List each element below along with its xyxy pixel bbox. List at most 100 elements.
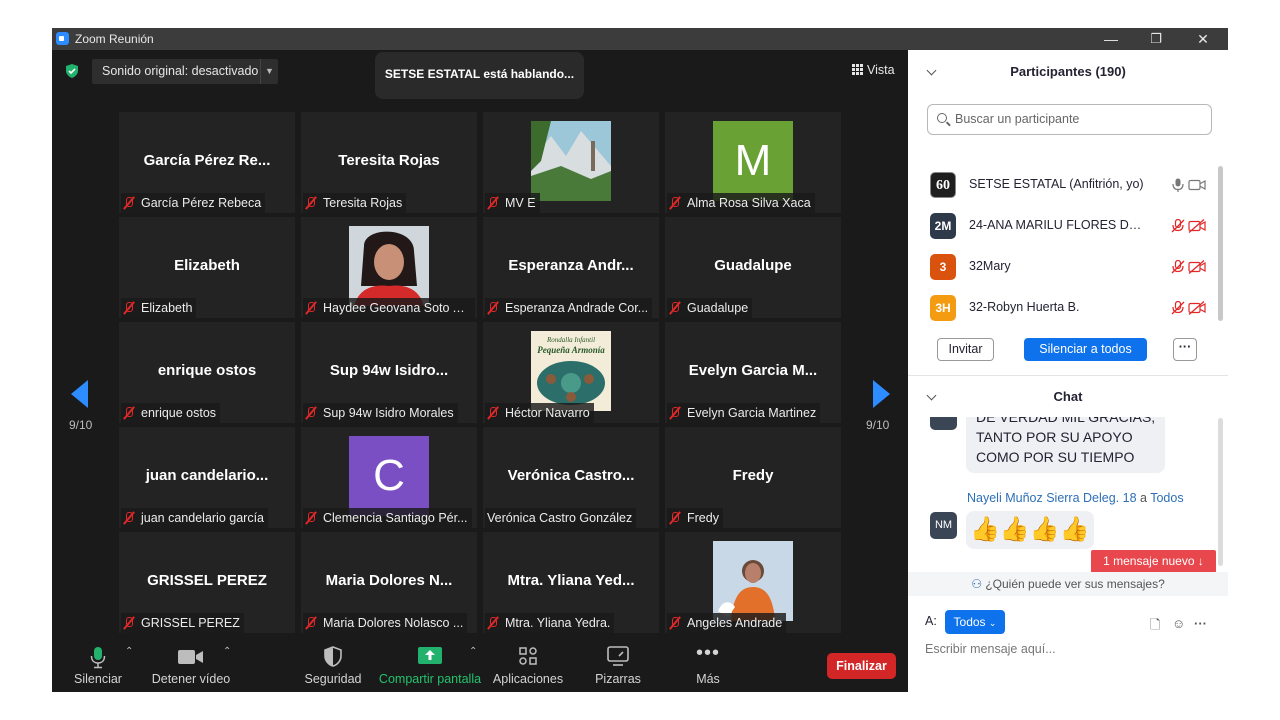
who-can-see-messages[interactable]: ⚇ ¿Quién puede ver sus mensajes? [908,572,1228,596]
participant-name: Héctor Navarro [505,406,590,420]
participant-video-tile[interactable]: Sup 94w Isidro... Sup 94w Isidro Morales [301,322,477,423]
participants-header[interactable]: Participantes (190) [908,52,1228,92]
participant-video-tile[interactable]: Esperanza Andr... Esperanza Andrade Cor..… [483,217,659,318]
video-options-chevron-icon[interactable]: ⌃ [223,646,231,657]
participant-row[interactable]: 3 32Mary [908,247,1228,288]
logo-line-1: Rondalla Infantil [546,336,595,344]
participant-video-tile[interactable]: GRISSEL PEREZ GRISSEL PEREZ [119,532,295,633]
close-button[interactable]: ✕ [1188,30,1218,48]
participant-video-tile[interactable]: Maria Dolores N... Maria Dolores Nolasco … [301,532,477,633]
participant-name-label: Elizabeth [121,298,197,318]
end-meeting-button[interactable]: Finalizar [827,653,896,679]
participant-name: Alma Rosa Silva Xaca [687,196,811,210]
chat-header[interactable]: Chat [908,377,1228,417]
chat-recipient[interactable]: Todos [1150,491,1183,505]
more-button[interactable]: ••• Más [690,640,726,692]
chat-message-bubble: 👍👍👍👍 [966,511,1094,549]
video-off-icon[interactable] [1188,219,1206,233]
share-screen-button[interactable]: Compartir pantalla [378,640,482,692]
next-page-arrow-icon[interactable] [873,380,890,408]
participant-video-tile[interactable]: Haydee Geovana Soto A... [301,217,477,318]
participant-video-tile[interactable]: Mtra. Yliana Yed... Mtra. Yliana Yedra. [483,532,659,633]
page-indicator-right: 9/10 [866,418,890,432]
participant-video-tile[interactable]: Guadalupe Guadalupe [665,217,841,318]
minimize-button[interactable]: — [1096,30,1126,48]
apps-button[interactable]: Aplicaciones [492,640,564,692]
participant-row[interactable]: 2M 24-ANA MARILU FLORES DEL A... [908,206,1228,247]
participant-video-tile[interactable]: M Alma Rosa Silva Xaca [665,112,841,213]
mic-muted-icon[interactable] [1171,260,1185,274]
mic-muted-icon [669,617,681,629]
file-icon[interactable]: 🗋 [1150,616,1160,638]
participant-video-tile[interactable]: Evelyn Garcia M... Evelyn Garcia Martinez [665,322,841,423]
participant-name-label: enrique ostos [121,403,221,423]
mute-button[interactable]: Silenciar [68,640,128,692]
previous-page-arrow-icon[interactable] [71,380,88,408]
participant-video-tile[interactable]: Verónica Castro... Verónica Castro Gonzál… [483,427,659,528]
participant-video-tile[interactable]: Angeles Andrade [665,532,841,633]
collapse-chevron-icon[interactable] [926,390,937,401]
collapse-chevron-icon[interactable] [926,65,937,76]
participant-video-tile[interactable]: enrique ostos enrique ostos [119,322,295,423]
mic-muted-icon [487,407,499,419]
chat-to-word: a [1140,491,1147,505]
invite-button[interactable]: Invitar [937,338,994,361]
restore-button[interactable]: ❐ [1141,30,1171,48]
mute-all-button[interactable]: Silenciar a todos [1024,338,1147,361]
mic-muted-icon [487,302,499,314]
participant-video-tile[interactable]: juan candelario... juan candelario garcía [119,427,295,528]
title-bar: Zoom Reunión — ❐ ✕ [52,28,1228,50]
participant-video-tile[interactable]: MV E [483,112,659,213]
microphone-icon[interactable] [1171,178,1185,192]
stop-video-button[interactable]: Detener vídeo [148,640,234,692]
participant-display-name: Verónica Castro... [507,467,635,484]
chat-scrollbar[interactable] [1218,418,1223,566]
security-button[interactable]: Seguridad [304,640,362,692]
view-button[interactable]: Vista [852,63,895,77]
mic-muted-icon[interactable] [1171,219,1185,233]
participant-name-label: GRISSEL PEREZ [121,613,244,633]
participant-name-label: Angeles Andrade [667,613,787,633]
chat-recipient-dropdown[interactable]: Todos ⌄ [945,610,1005,634]
audio-options-chevron-icon[interactable]: ⌃ [125,646,133,657]
participant-video-tile[interactable]: Fredy Fredy [665,427,841,528]
participant-avatar: 3 [930,254,956,280]
participant-row[interactable]: 60 SETSE ESTATAL (Anfitrión, yo) [908,165,1228,206]
emoji-icon[interactable]: ☺ [1172,616,1185,631]
participant-avatar: 3H [930,295,956,321]
mic-muted-icon [669,197,681,209]
share-options-chevron-icon[interactable]: ⌃ [469,646,477,657]
chat-message-input[interactable]: Escribir mensaje aquí... [925,642,1056,656]
participant-search-input[interactable]: Buscar un participante [927,104,1212,135]
video-off-icon[interactable] [1188,301,1206,315]
participant-video-tile[interactable]: García Pérez Re... García Pérez Rebeca [119,112,295,213]
mute-label: Silenciar [74,672,122,686]
stop-video-label: Detener vídeo [151,672,231,686]
participant-video-tile[interactable]: Rondalla Infantil Pequeña Armonía Héctor… [483,322,659,423]
chevron-down-icon[interactable]: ▼ [260,59,278,84]
participant-row[interactable]: 3H 32-Robyn Huerta B. [908,288,1228,329]
chat-sender-name[interactable]: Nayeli Muñoz Sierra Deleg. 18 [967,491,1137,505]
participant-video-tile[interactable]: C Clemencia Santiago Pér... [301,427,477,528]
mic-muted-icon[interactable] [1171,301,1185,315]
participant-name-label: Verónica Castro González [485,508,637,528]
participant-photo: Rondalla Infantil Pequeña Armonía [531,331,611,411]
participant-name-label: Mtra. Yliana Yedra. [485,613,615,633]
video-off-icon[interactable] [1188,260,1206,274]
participant-video-tile[interactable]: Elizabeth Elizabeth [119,217,295,318]
video-camera-icon[interactable] [1188,178,1206,192]
participant-name: Maria Dolores Nolasco ... [323,616,464,630]
participants-more-button[interactable]: ··· [1173,338,1197,361]
participant-name-label: Alma Rosa Silva Xaca [667,193,815,213]
participants-scrollbar[interactable] [1218,166,1223,321]
new-message-button[interactable]: 1 mensaje nuevo ↓ [1091,550,1216,573]
chat-more-icon[interactable]: ··· [1194,616,1207,631]
participant-name: García Pérez Rebeca [141,196,262,210]
microphone-icon [90,647,106,669]
encryption-shield-icon[interactable] [65,64,79,78]
participant-video-tile[interactable]: Teresita Rojas Teresita Rojas [301,112,477,213]
whiteboards-button[interactable]: Pizarras [592,640,644,692]
participant-name-label: Sup 94w Isidro Morales [303,403,458,423]
participant-search-placeholder: Buscar un participante [955,112,1080,126]
original-sound-dropdown[interactable]: Sonido original: desactivado ▼ [92,59,278,84]
